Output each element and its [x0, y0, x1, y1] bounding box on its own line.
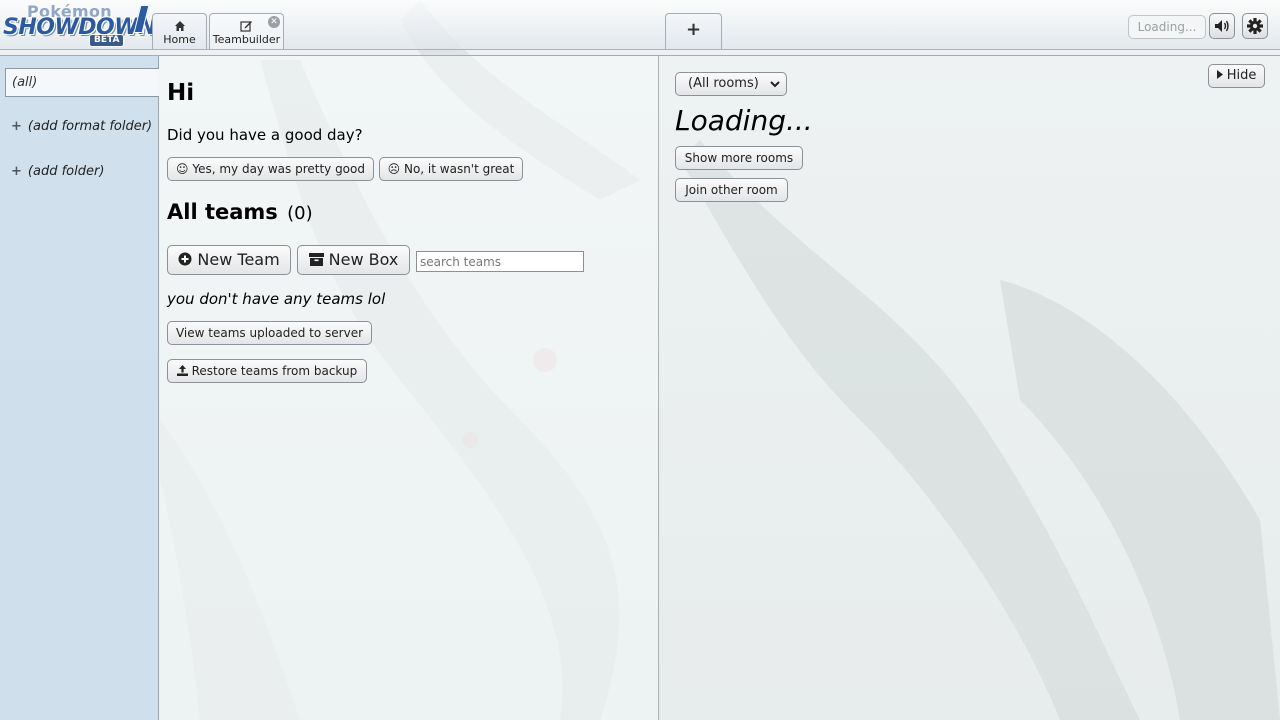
- add-folder-label: (add folder): [27, 164, 105, 179]
- plus-icon: +: [11, 164, 22, 179]
- teambuilder-panel: Hi Did you have a good day? ☺ Yes, my da…: [159, 56, 659, 720]
- day-question: Did you have a good day?: [167, 126, 363, 144]
- view-uploaded-teams-button[interactable]: View teams uploaded to server: [167, 321, 372, 345]
- search-teams-input[interactable]: [416, 251, 584, 272]
- new-box-label: New Box: [328, 250, 399, 269]
- folder-all[interactable]: (all): [5, 68, 159, 97]
- chevron-down-icon: [770, 73, 780, 104]
- tab-home[interactable]: Home: [152, 13, 207, 49]
- tab-teambuilder-label: Teambuilder: [212, 33, 281, 46]
- username-loading-button[interactable]: Loading...: [1128, 15, 1206, 39]
- room-filter-select[interactable]: (All rooms): [675, 72, 787, 96]
- join-other-room-button[interactable]: Join other room: [675, 178, 788, 202]
- add-tab-button[interactable]: +: [665, 13, 722, 49]
- yes-button-label: Yes, my day was pretty good: [192, 162, 365, 176]
- restore-label: Restore teams from backup: [191, 364, 358, 378]
- restore-backup-button[interactable]: Restore teams from backup: [167, 359, 367, 383]
- hide-rooms-button[interactable]: Hide: [1208, 64, 1265, 88]
- new-team-label: New Team: [197, 250, 280, 269]
- caret-right-icon: [1216, 68, 1227, 83]
- header-divider: [0, 55, 1280, 56]
- gear-icon: [1243, 18, 1267, 42]
- folder-sidebar: (all) + (add format folder) + (add folder): [0, 56, 159, 720]
- settings-button[interactable]: [1242, 13, 1268, 39]
- archive-icon: [308, 250, 329, 269]
- logo-line-2: SHOWDOWN: [3, 15, 156, 40]
- rooms-panel: (All rooms) Hide Loading... Show more ro…: [660, 56, 1280, 720]
- home-icon: [153, 17, 206, 33]
- add-format-folder-label: (add format folder): [27, 119, 153, 134]
- add-folder[interactable]: + (add folder): [11, 164, 104, 179]
- volume-button[interactable]: [1209, 13, 1235, 39]
- plus-icon: +: [11, 119, 22, 134]
- all-teams-title: All teams: [167, 200, 278, 224]
- close-icon[interactable]: ✕: [268, 16, 280, 28]
- upload-icon: [176, 364, 192, 378]
- show-more-rooms-button[interactable]: Show more rooms: [675, 146, 803, 170]
- greeting-heading: Hi: [167, 80, 195, 106]
- all-teams-heading: All teams (0): [167, 200, 313, 224]
- new-team-button[interactable]: New Team: [167, 245, 291, 275]
- teams-count: (0): [287, 203, 313, 224]
- pokemon-showdown-logo[interactable]: Pokémon SHOWDOWN BETA: [3, 2, 156, 47]
- room-filter-value: (All rooms): [688, 76, 759, 91]
- plus-circle-icon: [178, 250, 197, 269]
- tab-home-label: Home: [163, 33, 196, 46]
- empty-teams-message: you don't have any teams lol: [167, 290, 386, 308]
- no-button-label: No, it wasn't great: [403, 162, 515, 176]
- top-header: Pokémon SHOWDOWN BETA Home Teambuilder ✕…: [0, 0, 1280, 50]
- volume-icon: [1210, 20, 1234, 42]
- smile-icon: ☺: [176, 162, 193, 176]
- yes-good-day-button[interactable]: ☺ Yes, my day was pretty good: [167, 157, 374, 181]
- hide-label: Hide: [1226, 68, 1257, 83]
- frown-icon: ☹: [387, 162, 404, 176]
- rooms-loading-text: Loading...: [675, 104, 813, 137]
- no-bad-day-button[interactable]: ☹ No, it wasn't great: [379, 157, 523, 181]
- logo-beta-badge: BETA: [89, 34, 125, 47]
- add-format-folder[interactable]: + (add format folder): [11, 119, 152, 134]
- tab-teambuilder[interactable]: Teambuilder ✕: [209, 13, 284, 49]
- new-box-button[interactable]: New Box: [297, 245, 410, 275]
